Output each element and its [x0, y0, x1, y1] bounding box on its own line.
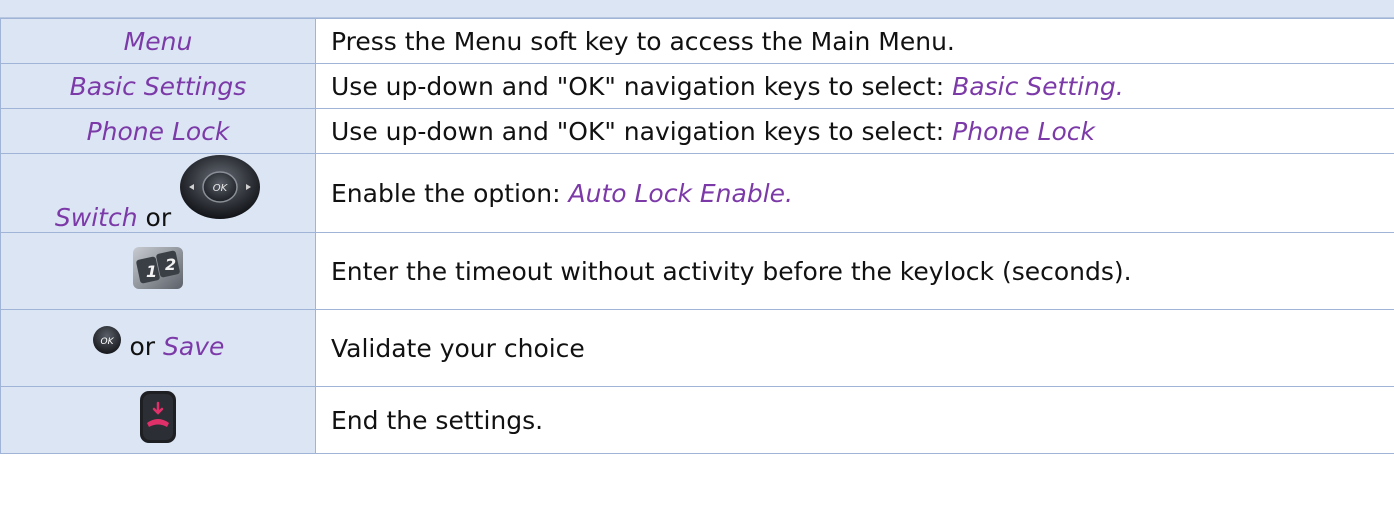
description-cell: Use up-down and "OK" navigation keys to …	[315, 63, 1394, 109]
navigation-pad-ok-icon: OK	[179, 154, 261, 226]
description-text: End the settings.	[331, 405, 544, 435]
highlighted-option: Phone Lock	[952, 116, 1095, 146]
description-cell: Enter the timeout without activity befor…	[315, 232, 1394, 310]
highlighted-option: Basic Setting.	[952, 71, 1124, 101]
description-cell: Enable the option: Auto Lock Enable.	[315, 153, 1394, 233]
basic-settings-label: Basic Settings	[69, 71, 247, 101]
highlighted-option: Auto Lock Enable.	[568, 178, 794, 208]
table-row: Phone Lock Use up-down and "OK" navigati…	[0, 108, 1394, 154]
keypad-digit-2: 2	[165, 255, 176, 274]
phone-lock-label: Phone Lock	[86, 116, 230, 146]
ok-key-icon: OK	[92, 325, 122, 361]
menu-softkey-label: Menu	[123, 26, 193, 56]
description-cell: End the settings.	[315, 386, 1394, 454]
numeric-keypad-icon: 1 2	[132, 246, 184, 296]
save-softkey-label: Save	[163, 332, 225, 361]
description-text: Press the Menu soft key to access the Ma…	[331, 26, 955, 56]
description-cell: Press the Menu soft key to access the Ma…	[315, 18, 1394, 64]
or-text: or	[129, 332, 156, 361]
description-text: Validate your choice	[331, 333, 585, 363]
description-text: Enter the timeout without activity befor…	[331, 256, 1132, 286]
table-row: Menu Press the Menu soft key to access t…	[0, 18, 1394, 64]
description-text: Use up-down and "OK" navigation keys to …	[331, 116, 953, 146]
key-cell: Phone Lock	[0, 108, 316, 154]
key-cell	[0, 386, 316, 454]
table-row: Switch or OK Enable the option: Auto Loc…	[0, 153, 1394, 233]
or-text: or	[145, 203, 172, 232]
ok-key-label: OK	[100, 337, 114, 347]
description-cell: Validate your choice	[315, 309, 1394, 387]
switch-softkey-label: Switch	[54, 203, 138, 232]
end-call-key-icon	[138, 389, 178, 451]
key-cell: OK or Save	[0, 309, 316, 387]
key-cell: Menu	[0, 18, 316, 64]
description-text: Enable the option:	[331, 178, 569, 208]
instructions-table: Menu Press the Menu soft key to access t…	[0, 18, 1394, 454]
description-cell: Use up-down and "OK" navigation keys to …	[315, 108, 1394, 154]
key-cell: Switch or OK	[0, 153, 316, 233]
description-text: Use up-down and "OK" navigation keys to …	[331, 71, 953, 101]
table-header-band	[0, 0, 1394, 18]
navpad-ok-label: OK	[213, 183, 229, 194]
table-row: 1 2 Enter the timeout without activity b…	[0, 232, 1394, 310]
table-row: End the settings.	[0, 386, 1394, 454]
table-row: OK or Save Validate your choice	[0, 309, 1394, 387]
key-cell: 1 2	[0, 232, 316, 310]
key-cell: Basic Settings	[0, 63, 316, 109]
keypad-digit-1: 1	[146, 262, 157, 281]
table-row: Basic Settings Use up-down and "OK" navi…	[0, 63, 1394, 109]
